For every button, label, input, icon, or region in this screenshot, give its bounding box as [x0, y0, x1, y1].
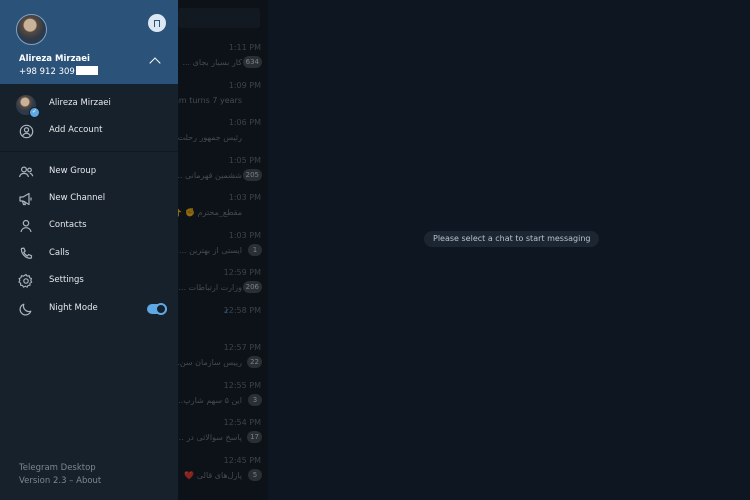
- person-icon: [18, 218, 34, 234]
- phone-icon: [18, 246, 34, 262]
- app-name: Telegram Desktop: [19, 463, 96, 473]
- side-menu: Alireza Mirzaei +98 912 309 Alireza Mirz…: [0, 0, 178, 500]
- night-mode-toggle[interactable]: [147, 303, 167, 315]
- moon-icon: [18, 301, 34, 317]
- gear-icon: [18, 273, 34, 289]
- check-icon: ✓: [29, 107, 40, 118]
- new-group-button[interactable]: New Group: [0, 159, 178, 185]
- about-link[interactable]: Version 2.3 – About: [19, 476, 101, 486]
- add-account-button[interactable]: Add Account: [0, 118, 178, 144]
- phone-redaction: [75, 66, 98, 75]
- bookmark-icon: [154, 19, 160, 27]
- saved-messages-button[interactable]: [148, 14, 166, 32]
- empty-chat-message: Please select a chat to start messaging: [424, 231, 600, 247]
- settings-button[interactable]: Settings: [0, 268, 178, 294]
- drawer-header: Alireza Mirzaei +98 912 309: [0, 0, 178, 84]
- user-phone: +98 912 309: [19, 66, 98, 77]
- megaphone-icon: [18, 191, 34, 207]
- avatar[interactable]: [16, 14, 47, 45]
- add-user-icon: [18, 123, 34, 139]
- calls-button[interactable]: Calls: [0, 241, 178, 267]
- user-name: Alireza Mirzaei: [19, 54, 90, 64]
- chevron-up-icon[interactable]: [149, 57, 161, 69]
- new-channel-button[interactable]: New Channel: [0, 186, 178, 212]
- contacts-button[interactable]: Contacts: [0, 213, 178, 239]
- divider: [0, 151, 178, 152]
- main-area: Please select a chat to start messaging: [268, 0, 750, 500]
- toggle-knob: [155, 303, 167, 315]
- group-icon: [18, 164, 34, 180]
